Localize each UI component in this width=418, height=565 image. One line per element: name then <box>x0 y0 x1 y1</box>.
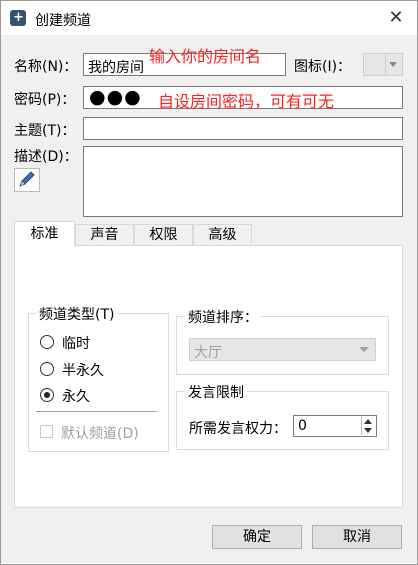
chevron-down-icon <box>359 347 369 352</box>
tab-sound[interactable]: 声音 <box>75 224 134 246</box>
close-icon[interactable]: ✕ <box>385 7 407 29</box>
password-label: 密码(P)： <box>14 92 76 108</box>
icon-label: 图标(I)： <box>294 59 352 75</box>
description-label: 描述(D)： <box>14 149 78 165</box>
radio-temporary[interactable] <box>40 335 54 349</box>
edit-description-button[interactable] <box>14 168 40 192</box>
channel-add-icon: + <box>10 10 26 26</box>
password-annotation: 自设房间密码，可有可无 <box>158 92 335 111</box>
window-title: 创建频道 <box>35 13 91 29</box>
channel-sort-select[interactable]: 大厅 <box>189 338 376 361</box>
topic-field[interactable] <box>83 117 403 140</box>
divider <box>36 411 157 412</box>
name-annotation: 输入你的房间名 <box>149 47 262 66</box>
password-mask: ●●● <box>89 86 142 108</box>
speak-power-value: 0 <box>298 418 307 434</box>
title-bar: + 创建频道 ✕ <box>1 1 417 35</box>
chevron-down-icon <box>389 62 397 67</box>
speak-limit-title: 发言限制 <box>185 382 247 402</box>
tab-permissions[interactable]: 权限 <box>134 224 193 246</box>
cancel-button[interactable]: 取消 <box>312 525 402 549</box>
ok-button[interactable]: 确定 <box>212 525 302 549</box>
radio-permanent[interactable] <box>40 388 54 402</box>
default-channel-label: 默认频道(D) <box>61 426 139 442</box>
name-value: 我的房间 <box>88 60 144 76</box>
tab-standard[interactable]: 标准 <box>14 221 75 246</box>
pencil-icon <box>19 171 35 187</box>
icon-select-arrow <box>385 54 402 75</box>
default-channel-checkbox[interactable] <box>40 425 53 438</box>
speak-power-label: 所需发言权力： <box>189 421 287 437</box>
channel-sort-title: 频道排序： <box>185 307 261 327</box>
topic-label: 主题(T)： <box>14 123 76 139</box>
description-field[interactable] <box>83 146 403 217</box>
name-label: 名称(N)： <box>14 59 78 75</box>
channel-sort-value: 大厅 <box>194 345 222 361</box>
radio-permanent-label: 永久 <box>62 389 90 405</box>
radio-semi-permanent-label: 半永久 <box>62 363 104 379</box>
channel-type-title: 频道类型(T) <box>36 304 118 324</box>
spin-down-icon[interactable] <box>364 428 372 433</box>
spinner-buttons[interactable] <box>361 417 375 435</box>
tab-advanced[interactable]: 高级 <box>193 224 252 246</box>
radio-semi-permanent[interactable] <box>40 362 54 376</box>
icon-select[interactable] <box>363 53 403 76</box>
speak-power-spinner[interactable]: 0 <box>293 415 377 437</box>
radio-temporary-label: 临时 <box>62 336 90 352</box>
spin-up-icon[interactable] <box>364 419 372 424</box>
